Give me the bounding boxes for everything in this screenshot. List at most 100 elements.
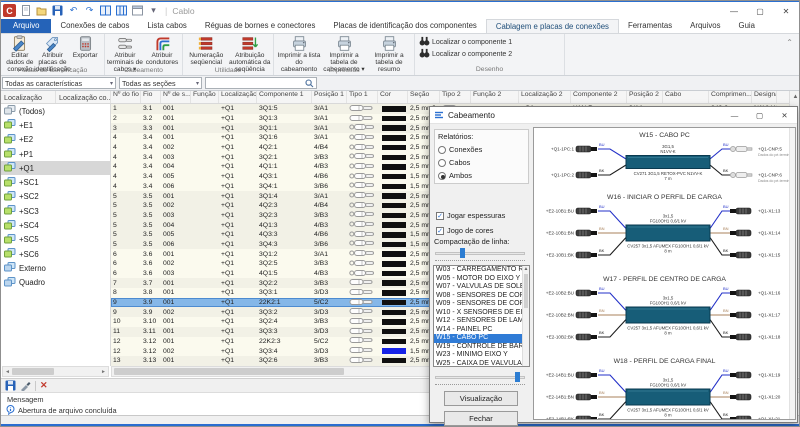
report-list-item[interactable]: W10 - X SENSORES DE EIXO — [434, 309, 529, 318]
preview-button[interactable]: Visualização — [444, 391, 518, 406]
slider-handle[interactable] — [460, 248, 465, 258]
tab-guia[interactable]: Guia — [730, 19, 764, 33]
sections-combo[interactable]: Todas as seções▾ — [119, 77, 202, 89]
column-header-fio[interactable]: Fio — [141, 91, 161, 103]
radio-cabos[interactable]: Cabos — [438, 156, 528, 169]
checkbox-jogo-de-cores[interactable]: ✓Jogo de cores — [436, 223, 505, 238]
tab-lista-cabos[interactable]: Lista cabos — [138, 19, 195, 33]
window-maximize-button[interactable]: ▢ — [747, 3, 773, 19]
tab-ferramentas[interactable]: Ferramentas — [619, 19, 681, 33]
brush-icon[interactable] — [20, 380, 31, 391]
scroll-thumb[interactable] — [524, 274, 528, 308]
tab-cablagem-e-placas-de-conexoes[interactable]: Cablagem e placas de conexões — [486, 19, 619, 33]
exportar-button[interactable]: Exportar — [69, 34, 102, 66]
tree-horizontal-scrollbar[interactable]: ◄ ► — [2, 366, 109, 377]
tree-item-sc2[interactable]: +SC2 — [1, 190, 110, 204]
atribuir-placas-de-identificacao-button[interactable]: Atribuir placas de identificação — [36, 34, 69, 66]
atribuir-condutores-button[interactable]: Atribuir condutores — [144, 34, 181, 66]
column-header-n-do-fio[interactable]: Nº do fio — [111, 91, 141, 103]
report-list-item[interactable]: W07 - VÁLVULAS DE SOLEN — [434, 283, 529, 292]
checkbox-jogar-espessuras[interactable]: ✓Jogar espessuras — [436, 208, 505, 223]
imprimir-a-lista-do-cabeamento-button[interactable]: Imprimir a lista do cabeamento — [277, 34, 322, 66]
scroll-right-icon[interactable]: ► — [99, 369, 108, 375]
tree-item-sc6[interactable]: +SC6 — [1, 247, 110, 261]
search-input[interactable] — [205, 77, 317, 89]
dialog-close-button[interactable]: ✕ — [772, 107, 797, 123]
delete-icon[interactable]: ✕ — [40, 380, 48, 391]
tab-arquivo[interactable]: Arquivo — [1, 19, 51, 33]
report-list-item[interactable]: W14 - PAINEL PC — [434, 326, 529, 335]
tree-item-sc3[interactable]: +SC3 — [1, 204, 110, 218]
column-header-funcao-1[interactable]: Função 1 — [191, 91, 219, 103]
column-header-n-de-s[interactable]: Nº de s... — [161, 91, 191, 103]
tab-conexoes-de-cabos[interactable]: Conexões de cabos — [51, 19, 138, 33]
column-header-comprimen[interactable]: Comprimen... — [709, 91, 752, 103]
preview-zoom-slider[interactable] — [435, 372, 525, 382]
column-header-funcao-2[interactable]: Função 2 — [471, 91, 519, 103]
preview-scrollbar[interactable] — [789, 128, 795, 419]
radio-conexoes[interactable]: Conexões — [438, 143, 528, 156]
dialog-maximize-button[interactable]: ▢ — [747, 107, 772, 123]
radio-ambos[interactable]: Ambos — [438, 169, 528, 182]
column-header-secao[interactable]: Seção — [408, 91, 440, 103]
report-list-item[interactable]: W08 - SENSORES DE CORTA — [434, 292, 529, 301]
quick-access-dropdown-icon[interactable]: ▾ — [147, 4, 160, 17]
column-header-tipo-2[interactable]: Tipo 2 — [440, 91, 471, 103]
localizar-o-componente-2-button[interactable]: Localizar o componente 2 — [415, 48, 564, 60]
slider-handle[interactable] — [515, 372, 520, 382]
redo-icon[interactable]: ↷ — [83, 4, 96, 17]
undo-icon[interactable]: ↶ — [67, 4, 80, 17]
layout-window-icon[interactable] — [131, 4, 144, 17]
column-header-posicao-2[interactable]: Posição 2 — [627, 91, 663, 103]
atribuicao-automatica-da-sequencia-button[interactable]: Atribuição automática da seqüência — [228, 34, 272, 66]
tree-column-localizacao-co[interactable]: Localização co... — [56, 91, 111, 103]
tab-arquivos[interactable]: Arquivos — [681, 19, 729, 33]
window-minimize-button[interactable]: — — [721, 3, 747, 19]
report-list-item[interactable]: W23 - MÍNIMO EIXO Y — [434, 351, 529, 360]
layout-columns-icon[interactable] — [115, 4, 128, 17]
tree-item-sc1[interactable]: +SC1 — [1, 175, 110, 189]
column-header-cabo[interactable]: Cabo — [663, 91, 709, 103]
layout-split-icon[interactable] — [99, 4, 112, 17]
tree-item-sc4[interactable]: +SC4 — [1, 218, 110, 232]
tree-column-localizacao[interactable]: Localização — [1, 91, 56, 103]
characteristics-combo[interactable]: Todas as características▾ — [2, 77, 116, 89]
tree-item-externo[interactable]: Externo — [1, 261, 110, 275]
open-file-icon[interactable] — [35, 4, 48, 17]
tab-placas-de-identificacao-dos-componentes[interactable]: Placas de identificação dos componentes — [324, 19, 485, 33]
column-header-cor[interactable]: Cor — [378, 91, 408, 103]
ribbon-collapse-icon[interactable]: ⌃ — [786, 38, 793, 47]
save-icon[interactable] — [5, 380, 16, 391]
column-header-componente-2[interactable]: Componente 2 — [571, 91, 627, 103]
editar-dados-de-conexao-button[interactable]: Editar dados de conexão — [4, 34, 37, 66]
column-header-tipo-1[interactable]: Tipo 1 — [347, 91, 378, 103]
column-header-localizacao-2[interactable]: Localização 2 — [519, 91, 571, 103]
tree-item-quadro[interactable]: Quadro — [1, 276, 110, 290]
tree-item-p1[interactable]: +P1 — [1, 147, 110, 161]
atribuir-terminais-de-cabos-button[interactable]: Atribuir terminais de cabos ▾ — [107, 34, 144, 66]
line-compaction-slider[interactable] — [435, 248, 525, 258]
localizar-o-componente-1-button[interactable]: Localizar o componente 1 — [415, 36, 564, 48]
column-header-designa[interactable]: Designa... — [752, 91, 777, 103]
tree-item-e2[interactable]: +E2 — [1, 133, 110, 147]
scroll-thumb[interactable] — [12, 368, 54, 375]
new-file-icon[interactable] — [19, 4, 32, 17]
dialog-minimize-button[interactable]: — — [722, 107, 747, 123]
report-list-item[interactable]: W15 - CABO PC — [434, 334, 529, 343]
tab-reguas-de-bornes-e-conectores[interactable]: Réguas de bornes e conectores — [196, 19, 325, 33]
report-list-item[interactable]: W12 - SENSORES DE LÂMIN — [434, 317, 529, 326]
report-list-item[interactable]: W03 - CARREGAMENTO RO — [434, 266, 529, 275]
scroll-thumb[interactable] — [114, 368, 344, 375]
dialog-title-bar[interactable]: Cabeamento — ▢ ✕ — [430, 107, 797, 124]
column-header-componente-1[interactable]: Componente 1 — [257, 91, 312, 103]
tree-item-q1[interactable]: +Q1 — [1, 161, 110, 175]
imprimir-a-tabela-de-resumo-button[interactable]: Imprimir a tabela de resumo — [367, 34, 412, 66]
report-list-item[interactable]: W19 - CONTROLE DE BARR — [434, 343, 529, 352]
list-scrollbar[interactable]: ▲ — [522, 266, 529, 366]
close-button[interactable]: Fechar — [444, 411, 518, 426]
tree-item-todos[interactable]: (Todos) — [1, 104, 110, 118]
column-header-posicao-1[interactable]: Posição 1 — [312, 91, 347, 103]
report-list-item[interactable]: W05 - MOTOR DO EIXO Y — [434, 275, 529, 284]
window-close-button[interactable]: ✕ — [773, 3, 799, 19]
report-list-item[interactable]: W25 - CAIXA DE VÁLVULA S — [434, 360, 529, 368]
